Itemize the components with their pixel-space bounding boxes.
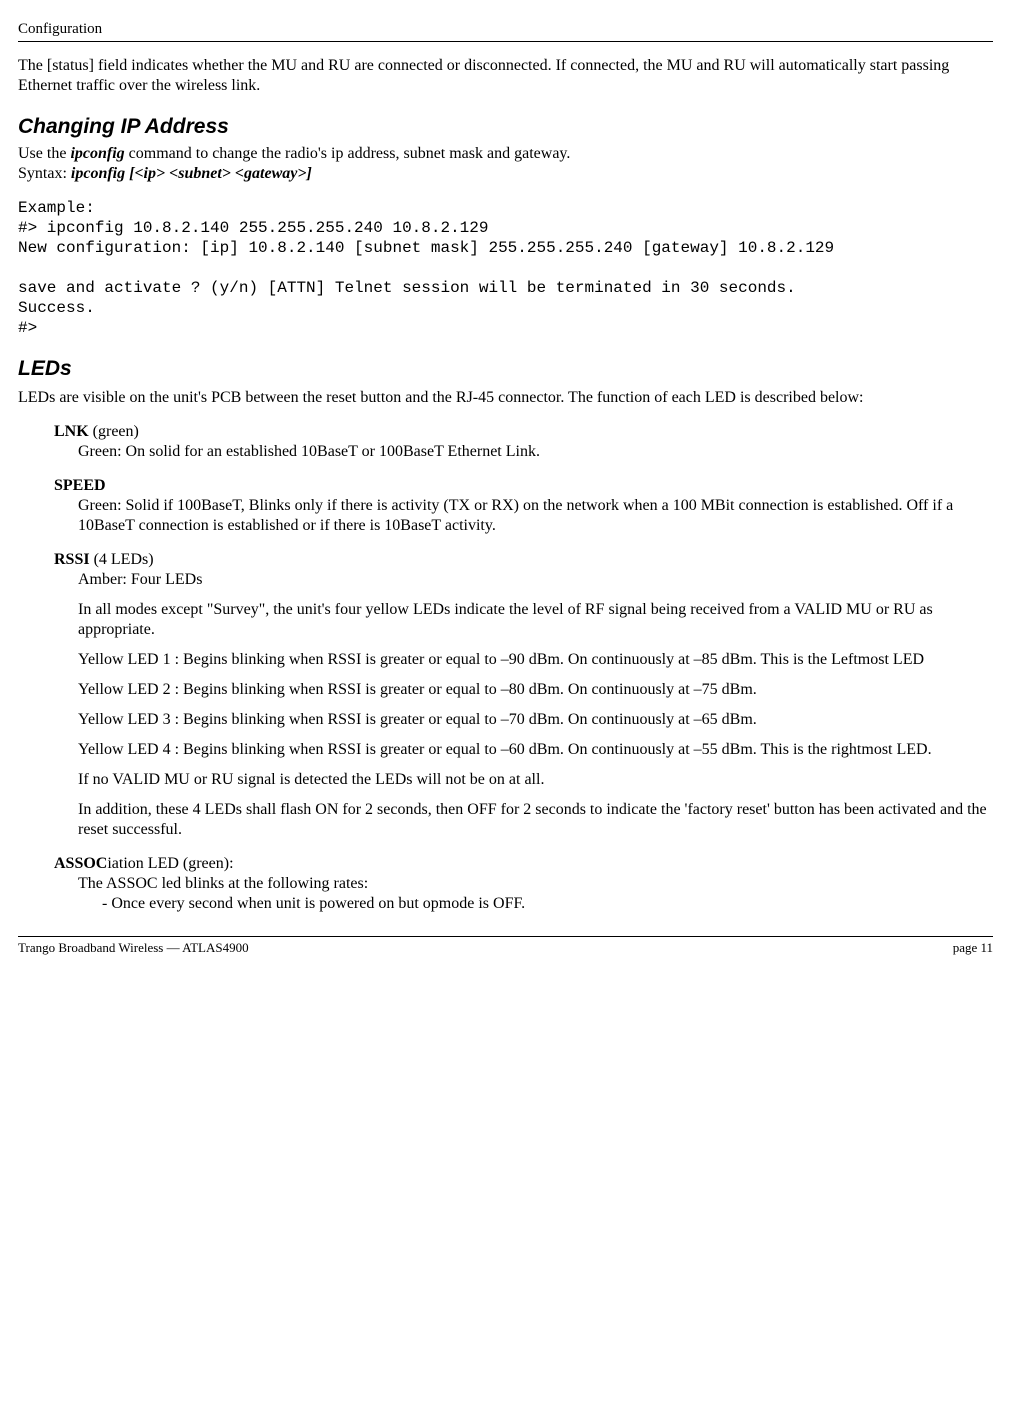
rssi-yellow-led3: Yellow LED 3 : Begins blinking when RSSI… [78,710,993,730]
lnk-label-suffix: (green) [89,423,139,440]
assoc-blink-intro: The ASSOC led blinks at the following ra… [78,874,993,894]
ip-line1-post: command to change the radio's ip address… [125,145,571,162]
footer-right: page 11 [953,940,993,956]
speed-label: SPEED [54,477,106,494]
led-lnk-block: LNK (green) [54,422,993,442]
page-header: Configuration [18,20,993,42]
led-assoc-block: ASSOCiation LED (green): [54,854,993,874]
rssi-no-valid-signal: If no VALID MU or RU signal is detected … [78,770,993,790]
ipconfig-command: ipconfig [70,145,124,162]
rssi-label: RSSI [54,551,90,568]
lnk-description: Green: On solid for an established 10Bas… [78,442,993,462]
rssi-label-suffix: (4 LEDs) [90,551,154,568]
footer-left: Trango Broadband Wireless — ATLAS4900 [18,940,249,956]
led-speed-block: SPEED [54,476,993,496]
rssi-factory-reset-flash: In addition, these 4 LEDs shall flash ON… [78,800,993,840]
ipconfig-syntax: ipconfig [<ip> <subnet> <gateway>] [71,165,312,182]
ip-line1-pre: Use the [18,145,70,162]
ip-usage-line2: Syntax: ipconfig [<ip> <subnet> <gateway… [18,164,993,184]
ip-line2-pre: Syntax: [18,165,71,182]
lnk-label: LNK [54,423,89,440]
assoc-label: ASSOC [54,855,107,872]
speed-description: Green: Solid if 100BaseT, Blinks only if… [78,496,993,536]
rssi-yellow-led2: Yellow LED 2 : Begins blinking when RSSI… [78,680,993,700]
ip-usage-line1: Use the ipconfig command to change the r… [18,144,993,164]
assoc-label-suffix: iation LED (green): [107,855,233,872]
assoc-bullet-1: - Once every second when unit is powered… [102,894,993,914]
leds-intro-paragraph: LEDs are visible on the unit's PCB betwe… [18,388,993,408]
rssi-yellow-led1: Yellow LED 1 : Begins blinking when RSSI… [78,650,993,670]
led-rssi-block: RSSI (4 LEDs) [54,550,993,570]
page-footer: Trango Broadband Wireless — ATLAS4900 pa… [18,936,993,956]
rssi-amber-line: Amber: Four LEDs [78,570,993,590]
section-changing-ip: Changing IP Address [18,114,993,140]
example-code-block: Example: #> ipconfig 10.8.2.140 255.255.… [18,198,993,338]
rssi-survey-para: In all modes except "Survey", the unit's… [78,600,993,640]
rssi-yellow-led4: Yellow LED 4 : Begins blinking when RSSI… [78,740,993,760]
intro-paragraph: The [status] field indicates whether the… [18,56,993,96]
section-leds: LEDs [18,356,993,382]
